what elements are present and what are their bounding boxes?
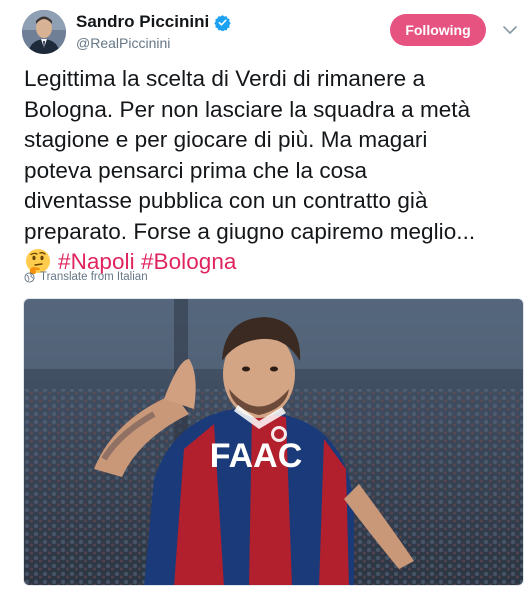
author-display-name[interactable]: Sandro Piccinini (76, 12, 231, 32)
shirt-sponsor: FAAC (210, 437, 303, 475)
tweet-header: Sandro Piccinini @RealPiccinini Followin… (20, 10, 520, 60)
tweet-line: preparato. Forse a giugno capiremo megli… (24, 218, 476, 244)
avatar[interactable] (22, 10, 66, 54)
verified-badge-icon (214, 14, 231, 31)
translate-link[interactable]: Translate from Italian (24, 271, 148, 283)
tweet-line: poteva pensarci prima che la cosa (24, 157, 368, 183)
author-handle[interactable]: @RealPiccinini (76, 35, 231, 51)
tweet-line: Legittima la scelta di Verdi di rimanere… (24, 66, 426, 91)
author-name-text: Sandro Piccinini (76, 12, 210, 31)
tweet-line: stagione e per giocare di più. Ma magari (24, 127, 428, 152)
tweet-text: Legittima la scelta di Verdi di rimanere… (24, 64, 524, 278)
translate-label: Translate from Italian (40, 271, 148, 283)
hashtag-bologna[interactable]: #Bologna (141, 249, 237, 274)
chevron-down-icon[interactable] (502, 22, 518, 38)
tweet-line: Bologna. Per non lasciare la squadra a m… (24, 96, 471, 122)
tweet-photo[interactable]: FAAC (23, 298, 524, 586)
avatar-image (22, 10, 66, 54)
soccer-player-photo: FAAC (24, 299, 523, 585)
following-button[interactable]: Following (390, 14, 486, 46)
author-info: Sandro Piccinini @RealPiccinini (76, 12, 231, 51)
tweet-line: diventasse pubblica con un contratto già (24, 188, 428, 213)
globe-icon (24, 271, 35, 283)
